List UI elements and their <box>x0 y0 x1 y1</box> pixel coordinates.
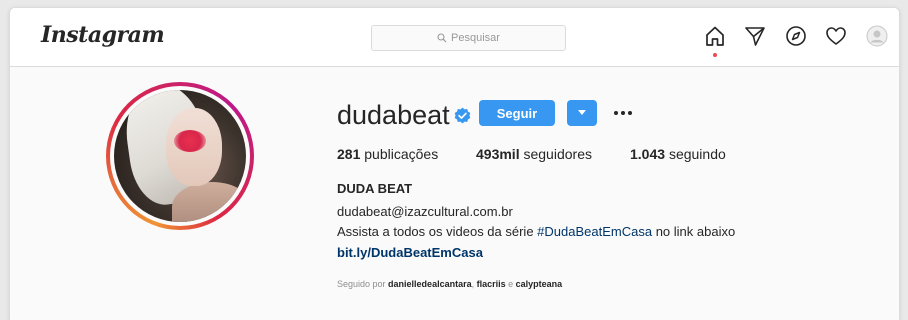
home-icon[interactable] <box>703 24 727 48</box>
top-navigation-bar: Instagram Pesquisar <box>10 8 899 67</box>
activity-heart-icon[interactable] <box>824 24 848 48</box>
caret-down-icon <box>578 110 586 115</box>
followed-by: Seguido por danielledealcantara, flacrii… <box>337 279 563 289</box>
verified-badge-icon <box>454 107 471 124</box>
more-options-button[interactable] <box>611 102 635 124</box>
dot-icon <box>621 111 625 115</box>
profile-username: dudabeat <box>337 100 450 130</box>
profile-photo <box>114 90 246 222</box>
dot-icon <box>614 111 618 115</box>
profile-full-name: DUDA BEAT <box>337 181 413 196</box>
bio-email: dudabeat@izazcultural.com.br <box>337 204 513 219</box>
follower-link[interactable]: flacriis <box>477 279 506 289</box>
explore-icon[interactable] <box>784 24 808 48</box>
following-count[interactable]: 1.043 seguindo <box>630 146 726 162</box>
home-notification-dot <box>713 53 717 57</box>
bio-external-link[interactable]: bit.ly/DudaBeatEmCasa <box>337 245 483 260</box>
dot-icon <box>628 111 632 115</box>
browser-window: Instagram Pesquisar dudabeat Seguir 281 … <box>9 7 900 320</box>
nav-icons <box>10 24 899 50</box>
profile-picture[interactable] <box>106 82 254 230</box>
follower-link[interactable]: calypteana <box>516 279 563 289</box>
posts-count[interactable]: 281 publicações <box>337 146 438 162</box>
bio-text: Assista a todos os videos da série #Duda… <box>337 224 736 239</box>
direct-icon[interactable] <box>743 24 767 48</box>
profile-avatar-icon[interactable] <box>865 24 889 48</box>
suggested-accounts-button[interactable] <box>567 100 597 126</box>
follower-link[interactable]: danielledealcantara <box>388 279 472 289</box>
follow-button[interactable]: Seguir <box>479 100 555 126</box>
bio-hashtag-link[interactable]: #DudaBeatEmCasa <box>537 224 652 239</box>
followers-count[interactable]: 493mil seguidores <box>476 146 592 162</box>
